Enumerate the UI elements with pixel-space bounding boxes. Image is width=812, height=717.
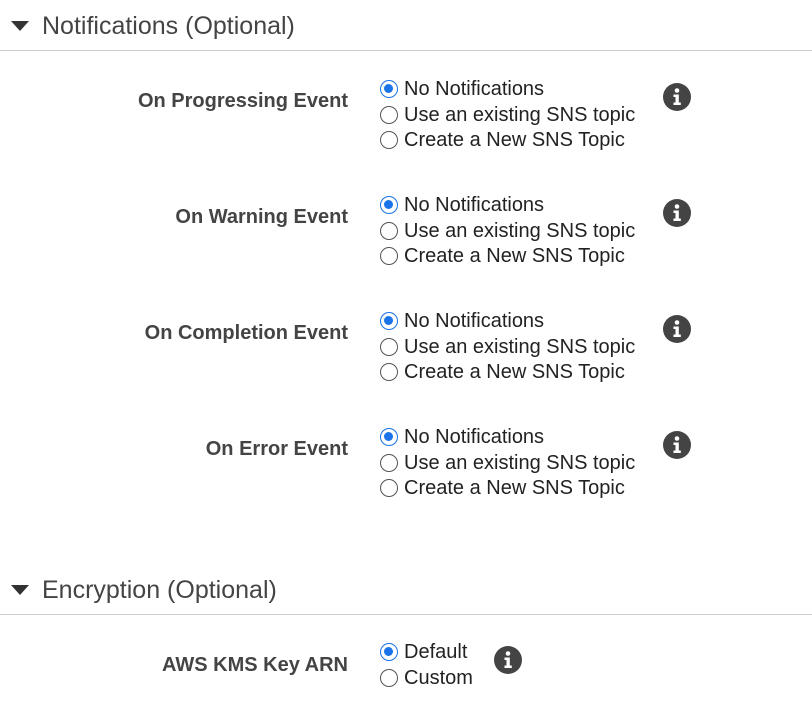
event-label: On Progressing Event bbox=[137, 90, 348, 112]
info-icon[interactable] bbox=[663, 199, 691, 227]
encryption-section-title: Encryption (Optional) bbox=[42, 576, 277, 604]
radio-option-label: No Notifications bbox=[404, 426, 545, 448]
event-label: On Warning Event bbox=[175, 206, 348, 228]
radio-button[interactable] bbox=[380, 131, 398, 149]
radio-button[interactable] bbox=[380, 247, 398, 265]
radio-option-label: Custom bbox=[404, 667, 473, 689]
encryption-section-header[interactable]: Encryption (Optional) bbox=[0, 564, 812, 615]
radio-option-label: Use an existing SNS topic bbox=[404, 104, 636, 126]
radio-option-label: Use an existing SNS topic bbox=[404, 220, 636, 242]
radio-option-label: Default bbox=[404, 641, 468, 663]
radio-option-label: Create a New SNS Topic bbox=[404, 245, 625, 267]
radio-button[interactable] bbox=[380, 196, 398, 214]
radio-option-label: Use an existing SNS topic bbox=[404, 336, 636, 358]
info-icon[interactable] bbox=[663, 83, 691, 111]
info-icon[interactable] bbox=[663, 431, 691, 459]
radio-button[interactable] bbox=[380, 363, 398, 381]
radio-button[interactable] bbox=[380, 222, 398, 240]
radio-option-label: No Notifications bbox=[404, 194, 545, 216]
radio-option-label: No Notifications bbox=[404, 310, 545, 332]
radio-button[interactable] bbox=[380, 669, 398, 687]
radio-option-label: Use an existing SNS topic bbox=[404, 452, 636, 474]
event-label: On Completion Event bbox=[144, 322, 348, 344]
info-icon[interactable] bbox=[663, 315, 691, 343]
radio-button[interactable] bbox=[380, 479, 398, 497]
notifications-section-header[interactable]: Notifications (Optional) bbox=[0, 0, 812, 51]
kms-key-label: AWS KMS Key ARN bbox=[162, 654, 348, 676]
caret-down-icon bbox=[11, 585, 29, 595]
event-label: On Error Event bbox=[205, 438, 348, 460]
caret-down-icon bbox=[11, 21, 29, 31]
radio-option-label: Create a New SNS Topic bbox=[404, 477, 625, 499]
radio-option-label: Create a New SNS Topic bbox=[404, 129, 625, 151]
notifications-section-title: Notifications (Optional) bbox=[42, 12, 295, 40]
radio-option-label: Create a New SNS Topic bbox=[404, 361, 625, 383]
info-icon[interactable] bbox=[494, 646, 522, 674]
radio-button[interactable] bbox=[380, 106, 398, 124]
radio-button[interactable] bbox=[380, 454, 398, 472]
radio-button[interactable] bbox=[380, 428, 398, 446]
radio-button[interactable] bbox=[380, 312, 398, 330]
radio-button[interactable] bbox=[380, 338, 398, 356]
radio-option-label: No Notifications bbox=[404, 78, 545, 100]
radio-button[interactable] bbox=[380, 80, 398, 98]
radio-button[interactable] bbox=[380, 643, 398, 661]
